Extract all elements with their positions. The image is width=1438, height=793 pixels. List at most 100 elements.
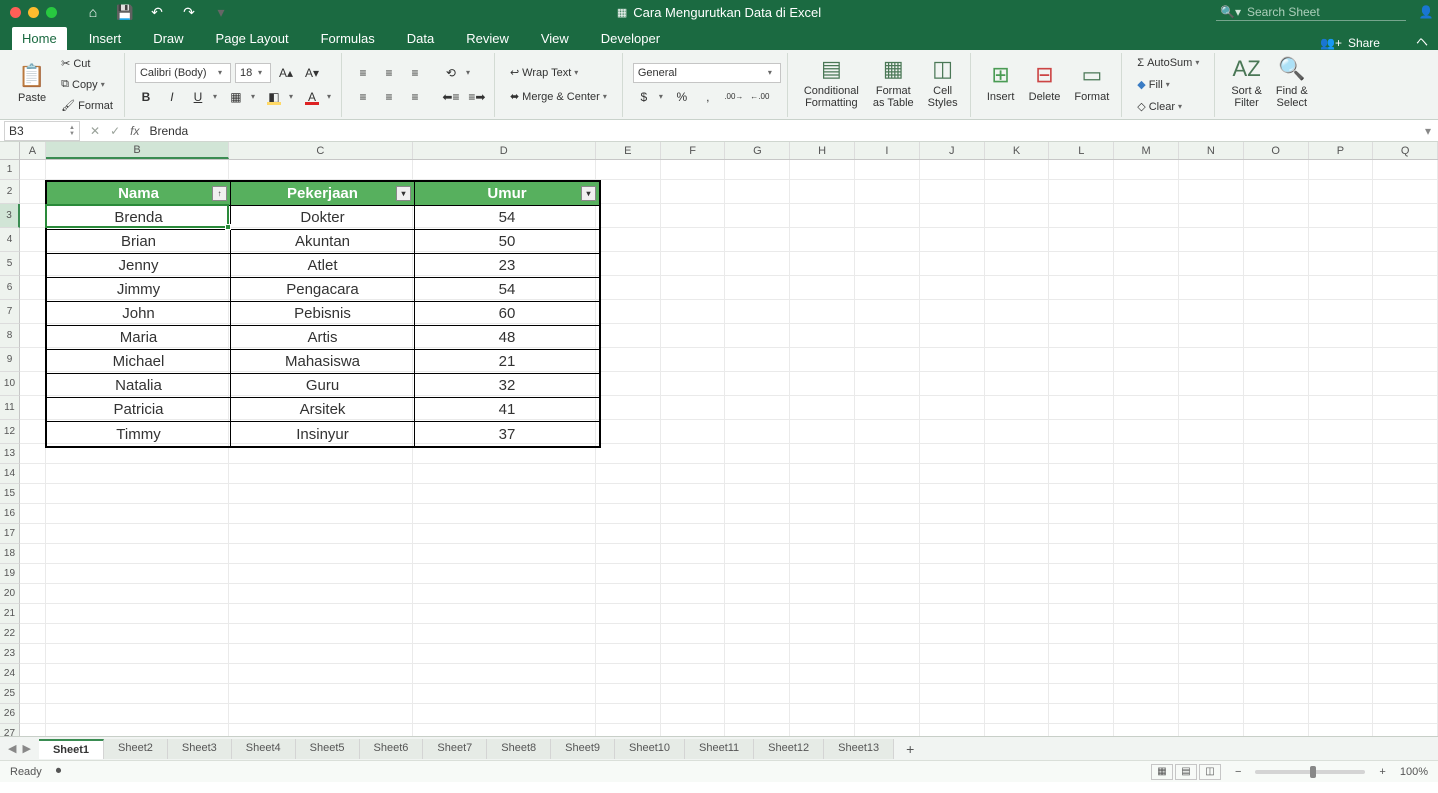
- cell-F8[interactable]: [661, 324, 726, 348]
- cell-B17[interactable]: [46, 524, 229, 544]
- column-header-E[interactable]: E: [596, 142, 661, 159]
- cell-N4[interactable]: [1179, 228, 1244, 252]
- align-top-button[interactable]: ≡: [352, 63, 374, 83]
- cell-J27[interactable]: [920, 724, 985, 736]
- row-header-13[interactable]: 13: [0, 444, 20, 464]
- table-cell[interactable]: John: [47, 302, 231, 326]
- cell-J1[interactable]: [920, 160, 985, 180]
- sheet-tab-sheet4[interactable]: Sheet4: [232, 739, 296, 759]
- cell-P4[interactable]: [1309, 228, 1374, 252]
- undo-icon[interactable]: ↶: [149, 4, 165, 20]
- cell-M1[interactable]: [1114, 160, 1179, 180]
- cell-M24[interactable]: [1114, 664, 1179, 684]
- column-header-G[interactable]: G: [725, 142, 790, 159]
- cell-F17[interactable]: [661, 524, 726, 544]
- table-cell[interactable]: Jenny: [47, 254, 231, 278]
- table-cell[interactable]: 37: [415, 422, 599, 446]
- cell-Q12[interactable]: [1373, 420, 1438, 444]
- cell-Q4[interactable]: [1373, 228, 1438, 252]
- cell-A4[interactable]: [20, 228, 46, 252]
- cell-F27[interactable]: [661, 724, 726, 736]
- cell-J4[interactable]: [920, 228, 985, 252]
- row-header-26[interactable]: 26: [0, 704, 20, 724]
- cell-G24[interactable]: [725, 664, 790, 684]
- cell-H27[interactable]: [790, 724, 855, 736]
- row-header-27[interactable]: 27: [0, 724, 20, 736]
- cell-I8[interactable]: [855, 324, 920, 348]
- cell-C22[interactable]: [229, 624, 412, 644]
- cell-F25[interactable]: [661, 684, 726, 704]
- cell-H12[interactable]: [790, 420, 855, 444]
- minimize-window-button[interactable]: [28, 7, 39, 18]
- cell-I1[interactable]: [855, 160, 920, 180]
- wrap-text-button[interactable]: ↩Wrap Text▾: [505, 63, 587, 83]
- cell-J19[interactable]: [920, 564, 985, 584]
- cell-C21[interactable]: [229, 604, 412, 624]
- cell-K2[interactable]: [985, 180, 1050, 204]
- cell-F10[interactable]: [661, 372, 726, 396]
- cell-I9[interactable]: [855, 348, 920, 372]
- cell-O20[interactable]: [1244, 584, 1309, 604]
- table-cell[interactable]: Maria: [47, 326, 231, 350]
- currency-button[interactable]: $: [633, 87, 655, 107]
- cell-E18[interactable]: [596, 544, 661, 564]
- cell-A25[interactable]: [20, 684, 46, 704]
- cell-L23[interactable]: [1049, 644, 1114, 664]
- cell-N1[interactable]: [1179, 160, 1244, 180]
- name-box[interactable]: B3 ▲▼: [4, 121, 80, 141]
- cell-N13[interactable]: [1179, 444, 1244, 464]
- font-size-select[interactable]: 18▾: [235, 63, 271, 83]
- cell-K15[interactable]: [985, 484, 1050, 504]
- cell-J15[interactable]: [920, 484, 985, 504]
- row-header-25[interactable]: 25: [0, 684, 20, 704]
- sheet-tab-sheet5[interactable]: Sheet5: [296, 739, 360, 759]
- sort-filter-button[interactable]: A͏ZSort & Filter: [1225, 53, 1268, 111]
- sheet-tab-sheet9[interactable]: Sheet9: [551, 739, 615, 759]
- cell-B15[interactable]: [46, 484, 229, 504]
- cell-G14[interactable]: [725, 464, 790, 484]
- cell-Q14[interactable]: [1373, 464, 1438, 484]
- cell-B21[interactable]: [46, 604, 229, 624]
- cell-F21[interactable]: [661, 604, 726, 624]
- cell-C17[interactable]: [229, 524, 412, 544]
- cell-N24[interactable]: [1179, 664, 1244, 684]
- cell-D21[interactable]: [413, 604, 596, 624]
- cell-H21[interactable]: [790, 604, 855, 624]
- merge-center-button[interactable]: ⬌Merge & Center▾: [505, 87, 616, 107]
- paste-button[interactable]: 📋 Paste: [12, 54, 52, 112]
- cell-E21[interactable]: [596, 604, 661, 624]
- table-cell[interactable]: 54: [415, 278, 599, 302]
- cell-I14[interactable]: [855, 464, 920, 484]
- sheet-tab-sheet2[interactable]: Sheet2: [104, 739, 168, 759]
- table-cell[interactable]: Guru: [231, 374, 415, 398]
- underline-dropdown[interactable]: ▾: [213, 92, 221, 101]
- cell-O25[interactable]: [1244, 684, 1309, 704]
- cell-N9[interactable]: [1179, 348, 1244, 372]
- row-header-2[interactable]: 2: [0, 180, 20, 204]
- cell-H18[interactable]: [790, 544, 855, 564]
- cell-G6[interactable]: [725, 276, 790, 300]
- cell-P11[interactable]: [1309, 396, 1374, 420]
- cell-J22[interactable]: [920, 624, 985, 644]
- cell-C25[interactable]: [229, 684, 412, 704]
- table-cell[interactable]: Natalia: [47, 374, 231, 398]
- cell-F13[interactable]: [661, 444, 726, 464]
- cell-J13[interactable]: [920, 444, 985, 464]
- cancel-formula-icon[interactable]: ✕: [90, 124, 100, 138]
- select-all-cell[interactable]: [0, 142, 20, 159]
- cell-G25[interactable]: [725, 684, 790, 704]
- cell-J12[interactable]: [920, 420, 985, 444]
- row-header-21[interactable]: 21: [0, 604, 20, 624]
- cell-A10[interactable]: [20, 372, 46, 396]
- cell-P19[interactable]: [1309, 564, 1374, 584]
- cell-O22[interactable]: [1244, 624, 1309, 644]
- cell-E1[interactable]: [596, 160, 661, 180]
- cell-L19[interactable]: [1049, 564, 1114, 584]
- cell-Q27[interactable]: [1373, 724, 1438, 736]
- cell-P23[interactable]: [1309, 644, 1374, 664]
- cell-F18[interactable]: [661, 544, 726, 564]
- cell-E20[interactable]: [596, 584, 661, 604]
- cell-F7[interactable]: [661, 300, 726, 324]
- row-header-16[interactable]: 16: [0, 504, 20, 524]
- cell-Q21[interactable]: [1373, 604, 1438, 624]
